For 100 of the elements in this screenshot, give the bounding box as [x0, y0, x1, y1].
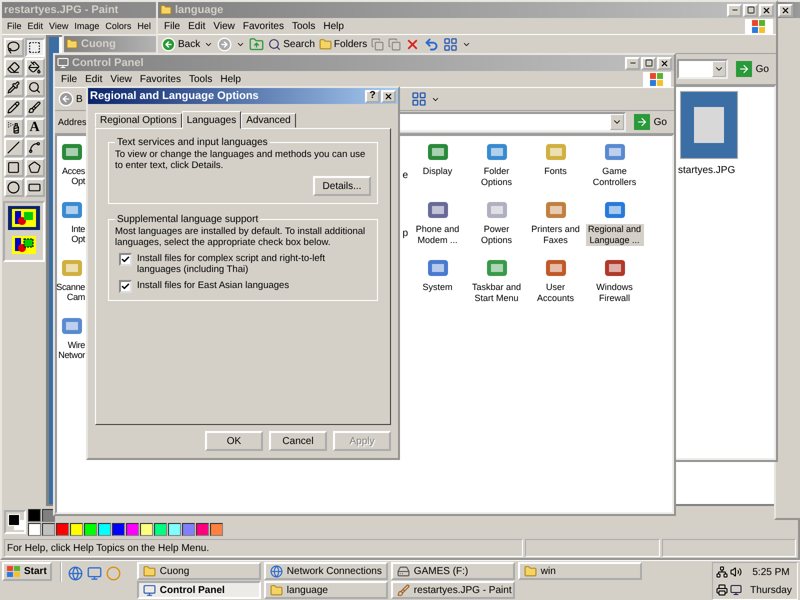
applet[interactable]: Game Controllers	[585, 140, 644, 198]
menu-item[interactable]: Edit	[82, 74, 106, 84]
folders-button[interactable]: Folders	[318, 38, 368, 50]
taskbar-button[interactable]: Control Panel	[136, 581, 261, 599]
taskbar-button[interactable]: Network Connections	[264, 562, 388, 580]
menu-item[interactable]: File	[161, 20, 184, 32]
back-button[interactable]: Back	[161, 36, 200, 52]
tool-button[interactable]	[24, 78, 44, 97]
menu-item[interactable]: Favorites	[136, 74, 184, 84]
menu-item[interactable]: Image	[72, 21, 102, 31]
transparency-option[interactable]	[8, 206, 40, 230]
menu-item[interactable]: Favorites	[240, 20, 287, 32]
taskbar-button[interactable]: restartyes.JPG - Paint	[390, 581, 515, 599]
views-icon[interactable]	[410, 91, 427, 107]
menu-item[interactable]: View	[210, 20, 238, 32]
start-button[interactable]: Start	[2, 562, 52, 581]
menu-item[interactable]: Hel	[135, 21, 153, 31]
close-button[interactable]	[657, 56, 672, 70]
speaker-icon[interactable]	[730, 566, 742, 578]
color-swatch[interactable]	[196, 522, 209, 536]
dialog-button[interactable]: Cancel	[269, 431, 327, 451]
color-swatch[interactable]	[28, 508, 41, 522]
tool-button[interactable]	[4, 178, 24, 197]
color-swatch[interactable]	[182, 522, 195, 536]
applet[interactable]: User Accounts	[526, 256, 585, 314]
maximize-button[interactable]	[743, 4, 758, 16]
color-swatch[interactable]	[98, 522, 111, 536]
taskbar-button[interactable]: GAMES (F:)	[390, 562, 515, 580]
tool-button[interactable]	[24, 98, 44, 117]
tool-button[interactable]	[4, 38, 24, 57]
color-swatch[interactable]	[210, 522, 223, 536]
tool-button[interactable]	[4, 78, 24, 97]
tool-button[interactable]	[4, 58, 24, 77]
menu-item[interactable]: Colors	[103, 21, 134, 31]
applet[interactable]: Regional and Language ...	[585, 198, 644, 256]
tool-button[interactable]	[4, 98, 24, 117]
menu-item[interactable]: Help	[217, 74, 244, 84]
dropdown-button[interactable]	[610, 114, 624, 130]
network-icon[interactable]	[716, 566, 728, 578]
color-swatch[interactable]	[70, 522, 83, 536]
menu-item[interactable]: File	[5, 21, 24, 31]
tool-button[interactable]	[24, 158, 44, 177]
dropdown-button[interactable]	[712, 61, 726, 77]
color-swatch[interactable]	[42, 522, 55, 536]
tab[interactable]: Regional Options	[95, 113, 182, 128]
applet[interactable]: Folder Options	[467, 140, 526, 198]
dialog-button[interactable]: OK	[205, 431, 263, 451]
search-button[interactable]: Search	[268, 38, 315, 50]
close-button[interactable]	[381, 90, 396, 102]
tool-button[interactable]	[4, 118, 24, 137]
color-swatch[interactable]	[112, 522, 125, 536]
address-field[interactable]	[677, 59, 728, 79]
tool-button[interactable]	[24, 38, 44, 57]
undo-icon[interactable]	[424, 36, 440, 52]
checkbox[interactable]	[119, 280, 132, 293]
help-button[interactable]: ?	[365, 90, 380, 102]
applet[interactable]: Fonts	[526, 140, 585, 198]
menu-item[interactable]: Tools	[288, 20, 318, 32]
color-swatch[interactable]	[42, 508, 55, 522]
printer-icon[interactable]	[716, 584, 728, 596]
back-button[interactable]: B	[58, 91, 83, 107]
applet[interactable]: Printers and Faxes	[526, 198, 585, 256]
taskbar-button[interactable]: win	[518, 562, 642, 580]
color-swatch[interactable]	[140, 522, 153, 536]
menu-item[interactable]: Edit	[26, 21, 46, 31]
close-button[interactable]	[759, 4, 774, 16]
close-button[interactable]	[778, 4, 793, 16]
monitor-icon[interactable]	[730, 584, 742, 596]
color-swatch[interactable]	[56, 522, 69, 536]
checkbox[interactable]	[119, 253, 132, 266]
maximize-button[interactable]	[641, 56, 656, 70]
tool-button[interactable]	[24, 58, 44, 77]
views-icon[interactable]	[443, 36, 458, 52]
menu-item[interactable]: Help	[320, 20, 347, 32]
color-swatch[interactable]	[168, 522, 181, 536]
menu-item[interactable]: File	[58, 74, 80, 84]
tool-button[interactable]	[24, 138, 44, 157]
minimize-button[interactable]	[625, 56, 640, 70]
menu-item[interactable]: View	[47, 21, 70, 31]
menu-item[interactable]: Edit	[185, 20, 208, 32]
menu-item[interactable]: View	[107, 74, 135, 84]
color-swatch[interactable]	[28, 522, 41, 536]
tool-button[interactable]	[24, 178, 44, 197]
applet[interactable]: Display	[408, 140, 467, 198]
taskbar-button[interactable]: language	[264, 581, 388, 599]
tab[interactable]: Languages	[182, 111, 242, 129]
minimize-button[interactable]	[727, 4, 742, 16]
applet[interactable]: Taskbar and Start Menu	[467, 256, 526, 314]
details-button[interactable]: Details...	[313, 176, 371, 196]
tool-button[interactable]	[4, 158, 24, 177]
menu-item[interactable]: Tools	[186, 74, 216, 84]
color-swatch[interactable]	[154, 522, 167, 536]
applet[interactable]: Windows Firewall	[585, 256, 644, 314]
applet[interactable]: System	[408, 256, 467, 314]
tool-button[interactable]	[4, 138, 24, 157]
applet[interactable]: Phone and Modem ...	[408, 198, 467, 256]
browser-icon[interactable]	[68, 566, 83, 580]
taskbar-button[interactable]: Cuong	[136, 562, 261, 580]
tab[interactable]: Advanced	[241, 113, 296, 128]
color-swatch[interactable]	[126, 522, 139, 536]
